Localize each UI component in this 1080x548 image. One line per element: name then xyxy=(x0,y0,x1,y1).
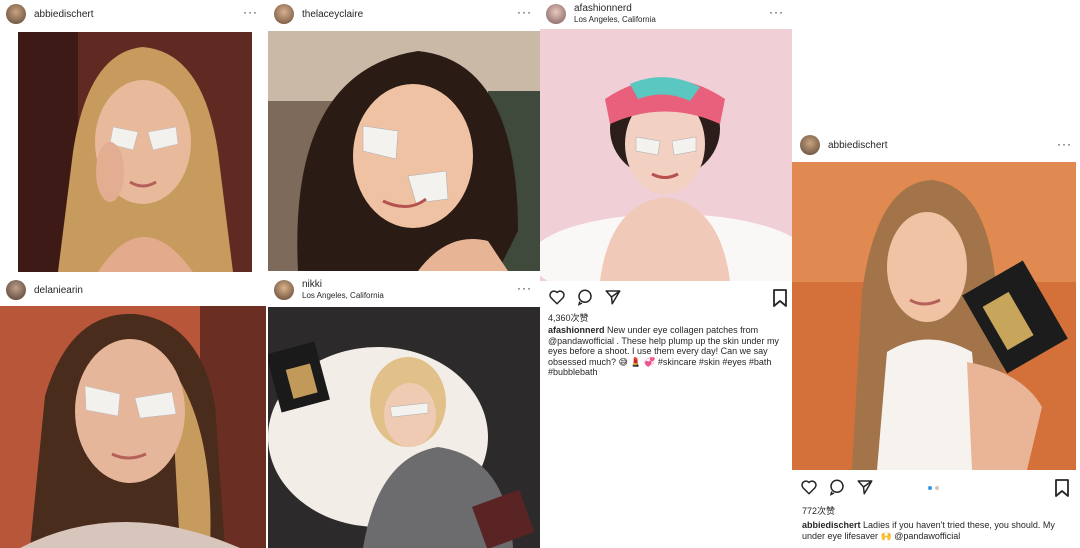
avatar[interactable] xyxy=(274,4,294,24)
location[interactable]: Los Angeles, California xyxy=(302,290,384,301)
post-photo[interactable] xyxy=(18,32,252,272)
avatar[interactable] xyxy=(274,280,294,300)
post-delaniearin: delaniearin xyxy=(0,276,266,548)
post-header: afashionnerd Los Angeles, California ··· xyxy=(540,0,792,28)
caption: afashionnerd New under eye collagen patc… xyxy=(548,325,786,378)
more-options-icon[interactable]: ··· xyxy=(769,6,784,18)
bookmark-icon[interactable] xyxy=(1054,479,1070,497)
username[interactable]: nikki xyxy=(302,279,384,290)
post-photo[interactable] xyxy=(268,31,540,271)
post-thelaceyclaire: thelaceyclaire ··· xyxy=(268,0,540,276)
caption-username[interactable]: abbiedischert xyxy=(802,520,861,530)
share-icon[interactable] xyxy=(604,288,622,306)
post-photo[interactable] xyxy=(540,29,792,281)
post-nikki: nikki Los Angeles, California ··· xyxy=(268,276,540,548)
username[interactable]: afashionnerd xyxy=(574,3,656,14)
more-options-icon[interactable]: ··· xyxy=(517,6,532,18)
carousel-indicator[interactable] xyxy=(928,486,939,490)
post-header: abbiedischert ··· xyxy=(792,130,1080,160)
post-photo[interactable] xyxy=(268,307,540,548)
avatar[interactable] xyxy=(546,4,566,24)
share-icon[interactable] xyxy=(856,478,874,496)
more-options-icon[interactable]: ··· xyxy=(517,282,532,294)
caption-username[interactable]: afashionnerd xyxy=(548,325,605,335)
comment-icon[interactable] xyxy=(576,288,594,306)
like-count[interactable]: 4,360次赞 xyxy=(548,311,589,324)
post-header: delaniearin xyxy=(0,276,266,304)
username[interactable]: thelaceyclaire xyxy=(302,9,363,20)
comment-icon[interactable] xyxy=(828,478,846,496)
post-photo[interactable] xyxy=(792,162,1076,470)
post-abbiedischert-1: abbiedischert ··· xyxy=(0,0,266,276)
action-bar xyxy=(548,288,632,306)
username[interactable]: delaniearin xyxy=(34,285,83,296)
heart-icon[interactable] xyxy=(800,478,818,496)
post-afashionnerd: afashionnerd Los Angeles, California ···… xyxy=(540,0,792,548)
avatar[interactable] xyxy=(800,135,820,155)
avatar[interactable] xyxy=(6,4,26,24)
caption: abbiedischert Ladies if you haven't trie… xyxy=(802,520,1072,541)
more-options-icon[interactable]: ··· xyxy=(1057,138,1072,150)
action-bar xyxy=(800,478,884,496)
post-header: thelaceyclaire ··· xyxy=(268,0,540,28)
post-header: nikki Los Angeles, California ··· xyxy=(268,276,540,304)
username[interactable]: abbiedischert xyxy=(828,140,887,151)
carousel-dot xyxy=(935,486,939,490)
username[interactable]: abbiedischert xyxy=(34,9,93,20)
more-options-icon[interactable]: ··· xyxy=(243,6,258,18)
bookmark-icon[interactable] xyxy=(772,289,788,307)
post-header: abbiedischert ··· xyxy=(0,0,266,28)
post-photo[interactable] xyxy=(0,306,266,548)
carousel-dot-active xyxy=(928,486,932,490)
heart-icon[interactable] xyxy=(548,288,566,306)
avatar[interactable] xyxy=(6,280,26,300)
location[interactable]: Los Angeles, California xyxy=(574,14,656,25)
post-abbiedischert-2: abbiedischert ··· 772次赞 abbiedischert La… xyxy=(792,130,1080,548)
like-count[interactable]: 772次赞 xyxy=(802,504,835,517)
